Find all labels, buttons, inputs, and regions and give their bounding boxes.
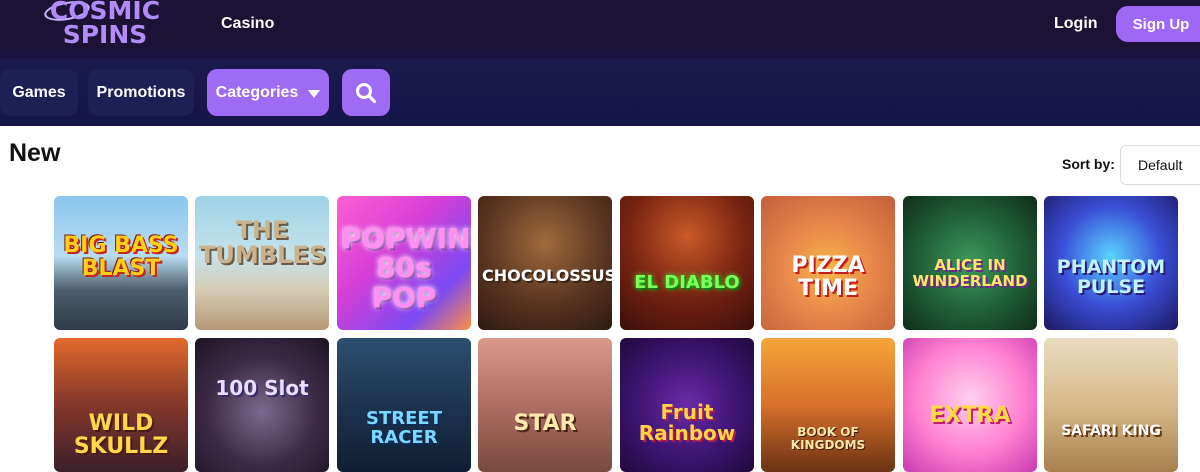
game-tile-safari-king[interactable]: SAFARI KING [1044, 338, 1178, 472]
promotions-tab-label: Promotions [96, 83, 186, 101]
categories-dropdown-label: Categories [215, 83, 299, 101]
game-tile-fruit-rainbow[interactable]: Fruit Rainbow [620, 338, 754, 472]
game-title: THE TUMBLES [199, 216, 327, 270]
game-tile-el-diablo[interactable]: EL DIABLO [620, 196, 754, 330]
game-title: WILD SKULLZ [73, 411, 169, 460]
game-tile-street-racer[interactable]: STREET RACER [337, 338, 471, 472]
promotions-tab[interactable]: Promotions [88, 69, 194, 116]
section-title: New [9, 139, 61, 167]
game-tile-pizza-time[interactable]: PIZZA TIME [761, 196, 895, 330]
game-tile-chocolossus[interactable]: CHOCOLOSSUS [478, 196, 612, 330]
game-tile-phantom-pulse[interactable]: PHANTOM PULSE [1044, 196, 1178, 330]
categories-dropdown[interactable]: Categories [207, 69, 329, 116]
game-title: BIG BASS BLAST [63, 233, 179, 282]
top-bar: COSMIC SPINS Casino Login Sign Up [0, 0, 1200, 49]
game-title: POPWINS 80s POP [341, 222, 471, 314]
cosmic-spins-logo[interactable]: COSMIC SPINS [32, 0, 178, 50]
game-tile-wild-skullz[interactable]: WILD SKULLZ [54, 338, 188, 472]
sort-by-label: Sort by: [1062, 156, 1115, 172]
games-tab[interactable]: Games [0, 69, 78, 116]
game-title: SAFARI KING [1061, 423, 1161, 439]
game-tile-the-tumbles[interactable]: THE TUMBLES [195, 196, 329, 330]
login-link[interactable]: Login [1054, 15, 1098, 33]
logo-line-2: SPINS [62, 20, 148, 49]
game-title: PHANTOM PULSE [1056, 256, 1166, 298]
nav-divider [0, 49, 1200, 59]
games-tab-label: Games [12, 83, 66, 101]
game-tile-alice-in-winderland[interactable]: ALICE IN WINDERLAND [903, 196, 1037, 330]
game-tile-100-slot[interactable]: 100 Slot [195, 338, 329, 472]
game-title: CHOCOLOSSUS [482, 266, 612, 285]
game-tile-extra[interactable]: EXTRA [903, 338, 1037, 472]
nav-casino-link[interactable]: Casino [221, 15, 274, 33]
game-title: PIZZA TIME [791, 253, 865, 302]
game-tile-80s-pop[interactable]: POPWINS 80s POP [337, 196, 471, 330]
game-title: EL DIABLO [634, 272, 740, 293]
sort-by-select[interactable]: Default [1120, 145, 1200, 185]
game-title: 100 Slot [215, 376, 309, 400]
game-title: BOOK OF KINGDOMS [790, 425, 866, 452]
game-tile-big-bass-blast[interactable]: BIG BASS BLAST [54, 196, 188, 330]
game-tile-star[interactable]: STAR [478, 338, 612, 472]
game-tile-book-of-kingdoms[interactable]: BOOK OF KINGDOMS [761, 338, 895, 472]
game-title: STREET RACER [366, 408, 442, 448]
game-title: EXTRA [929, 403, 1011, 428]
caret-down-icon [308, 89, 321, 98]
game-title: ALICE IN WINDERLAND [912, 256, 1028, 290]
search-icon [356, 82, 377, 103]
search-button[interactable] [342, 69, 390, 116]
signup-button[interactable]: Sign Up [1116, 6, 1200, 42]
game-title: STAR [513, 411, 577, 436]
game-title: Fruit Rainbow [638, 400, 736, 445]
